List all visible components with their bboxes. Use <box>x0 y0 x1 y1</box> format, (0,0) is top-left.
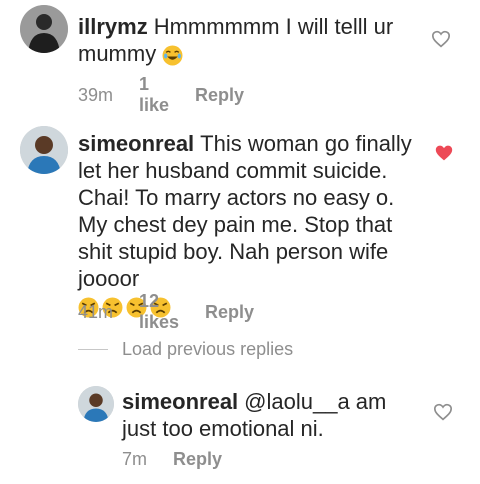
comment-meta: 7m Reply <box>122 449 222 470</box>
likes-count[interactable]: 1 like <box>139 74 169 116</box>
laughing-tears-emoji <box>162 45 183 66</box>
comment-username[interactable]: simeonreal <box>122 389 238 414</box>
user-avatar-icon <box>20 126 68 174</box>
heart-outline-icon[interactable] <box>431 30 451 48</box>
comment-time: 39m <box>78 84 114 105</box>
comment-username[interactable]: simeonreal <box>78 131 194 156</box>
heart-filled-icon[interactable] <box>434 144 454 162</box>
user-avatar-icon <box>78 386 114 422</box>
load-previous-label: Load previous replies <box>122 339 294 359</box>
comment-time: 41m <box>78 301 114 322</box>
comment-body: simeonreal @laolu__a am just too emotiona… <box>122 388 422 442</box>
reply-button[interactable]: Reply <box>173 449 222 470</box>
likes-count[interactable]: 12 likes <box>139 291 179 333</box>
user-avatar-icon <box>20 5 68 53</box>
comment-time: 7m <box>122 449 148 469</box>
reply-button[interactable]: Reply <box>205 302 254 323</box>
heart-outline-icon[interactable] <box>433 403 453 421</box>
divider <box>78 349 108 350</box>
emoji-row <box>162 45 183 66</box>
comment-username[interactable]: illrymz <box>78 14 148 39</box>
comment-meta: 41m 12 likes Reply <box>78 291 254 333</box>
comment-body: illrymz Hmmmmmm I will telll ur mummy <box>78 13 438 67</box>
avatar[interactable] <box>20 5 68 53</box>
comment-meta: 39m 1 like Reply <box>78 74 244 116</box>
avatar[interactable] <box>78 386 114 422</box>
load-previous-replies[interactable]: Load previous replies <box>78 339 293 360</box>
avatar[interactable] <box>20 126 68 174</box>
reply-button[interactable]: Reply <box>195 85 244 106</box>
